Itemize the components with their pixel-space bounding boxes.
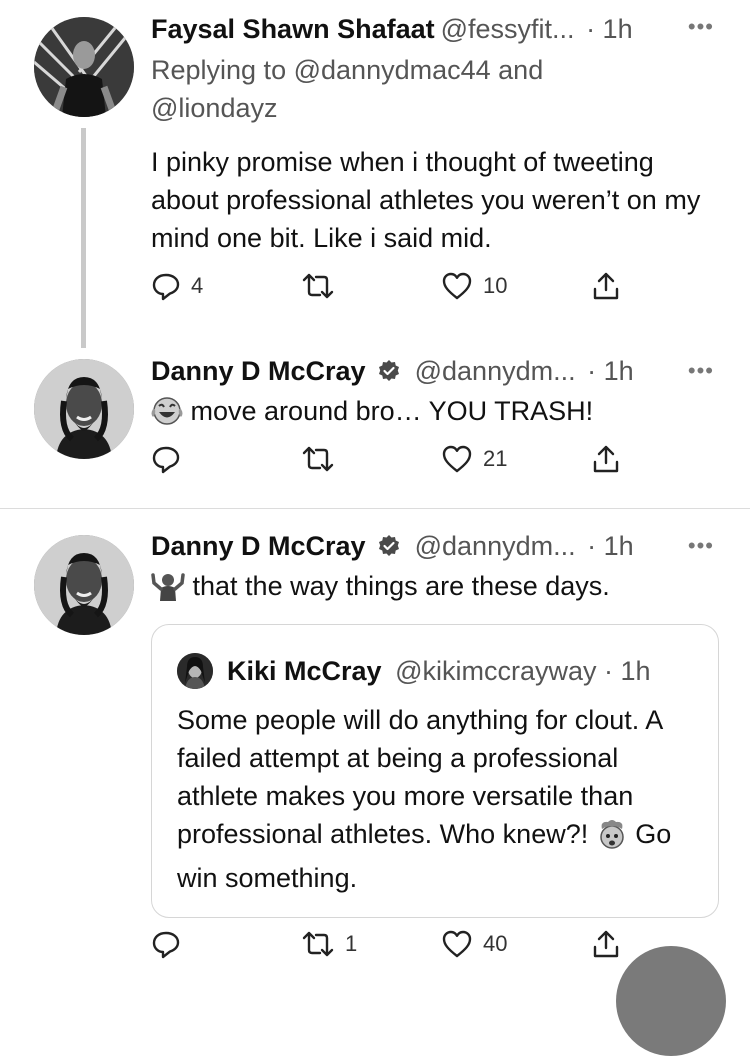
verified-badge-icon bbox=[379, 535, 400, 556]
tweet-header: Danny D McCray @dannydm... · 1h bbox=[151, 530, 710, 562]
more-options-icon[interactable]: ••• bbox=[688, 14, 714, 40]
tweet-header: Faysal Shawn Shafaat @fessyfit... · 1h bbox=[151, 13, 710, 45]
retweet-icon bbox=[302, 931, 334, 957]
user-handle[interactable]: @dannydm... bbox=[415, 356, 576, 386]
timestamp[interactable]: · 1h bbox=[604, 656, 651, 686]
tweet-text-row: move around bro… YOU TRASH! bbox=[151, 392, 726, 436]
like-count: 40 bbox=[483, 931, 508, 956]
user-handle[interactable]: @dannydm... bbox=[415, 531, 576, 561]
avatar-faysal[interactable] bbox=[34, 17, 134, 117]
share-icon bbox=[593, 445, 619, 473]
tweet-1[interactable]: Faysal Shawn Shafaat @fessyfit... · 1h ••… bbox=[0, 0, 750, 348]
more-options-icon[interactable]: ••• bbox=[688, 533, 714, 559]
heart-icon bbox=[442, 272, 472, 300]
tweet-text: I pinky promise when i thought of tweeti… bbox=[151, 147, 701, 253]
tweet-actions: 1 40 bbox=[151, 929, 631, 969]
avatar-kiki[interactable] bbox=[177, 653, 213, 689]
reply-user-link[interactable]: @dannydmac44 bbox=[294, 55, 491, 85]
tweet-text: move around bro… YOU TRASH! bbox=[190, 396, 594, 426]
reply-prefix: Replying to bbox=[151, 55, 287, 85]
reply-icon bbox=[152, 273, 180, 301]
reply-icon bbox=[152, 931, 180, 959]
quoted-tweet-header: Kiki McCray @kikimccrayway · 1h bbox=[227, 653, 651, 689]
user-handle[interactable]: @fessyfit... bbox=[441, 14, 575, 44]
share-button[interactable] bbox=[591, 929, 621, 959]
retweet-button[interactable]: 1 bbox=[301, 929, 357, 959]
quoted-tweet-card[interactable]: Kiki McCray @kikimccrayway · 1h Some peo… bbox=[151, 624, 719, 918]
quoted-text-part1: Some people will do anything for clout. … bbox=[177, 705, 662, 849]
laughing-crying-emoji-icon bbox=[151, 396, 183, 436]
thread-line bbox=[81, 128, 86, 348]
timestamp[interactable]: · 1h bbox=[587, 356, 634, 386]
avatar-danny[interactable] bbox=[34, 535, 134, 635]
user-handle[interactable]: @kikimccrayway bbox=[395, 656, 596, 686]
tweet-text: that the way things are these days. bbox=[192, 571, 610, 601]
share-button[interactable] bbox=[591, 271, 621, 301]
display-name[interactable]: Kiki McCray bbox=[227, 656, 382, 686]
reply-count: 4 bbox=[191, 273, 204, 298]
retweet-count: 1 bbox=[345, 931, 358, 956]
tweet-header: Danny D McCray @dannydm... · 1h bbox=[151, 355, 710, 387]
avatar-danny[interactable] bbox=[34, 359, 134, 459]
compose-tweet-button[interactable] bbox=[616, 946, 726, 1056]
display-name[interactable]: Danny D McCray bbox=[151, 531, 366, 561]
display-name[interactable]: Faysal Shawn Shafaat bbox=[151, 14, 435, 44]
tweet-text-row: that the way things are these days. bbox=[151, 567, 726, 611]
reply-user-link[interactable]: @liondayz bbox=[151, 93, 277, 123]
reply-button[interactable] bbox=[151, 444, 191, 474]
retweet-button[interactable] bbox=[301, 271, 345, 301]
share-button[interactable] bbox=[591, 444, 621, 474]
like-button[interactable]: 21 bbox=[441, 444, 507, 474]
like-count: 10 bbox=[483, 273, 508, 298]
heart-icon bbox=[442, 445, 472, 473]
reply-button[interactable] bbox=[151, 929, 191, 959]
tweet-2[interactable]: Danny D McCray @dannydm... · 1h ••• move… bbox=[0, 340, 750, 508]
retweet-icon bbox=[302, 273, 334, 299]
share-icon bbox=[593, 272, 619, 300]
heart-icon bbox=[442, 930, 472, 958]
tweet-actions: 21 bbox=[151, 444, 631, 484]
reply-and: and bbox=[498, 55, 544, 85]
timestamp[interactable]: · 1h bbox=[586, 14, 633, 44]
reply-icon bbox=[152, 446, 180, 474]
retweet-icon bbox=[302, 446, 334, 472]
exploding-head-emoji-icon bbox=[596, 819, 628, 859]
verified-badge-icon bbox=[379, 360, 400, 381]
shrug-emoji-icon bbox=[151, 571, 185, 611]
tweet-actions: 4 10 bbox=[151, 271, 631, 311]
like-button[interactable]: 10 bbox=[441, 271, 507, 301]
share-icon bbox=[593, 930, 619, 958]
retweet-button[interactable] bbox=[301, 444, 345, 474]
more-options-icon[interactable]: ••• bbox=[688, 358, 714, 384]
timestamp[interactable]: · 1h bbox=[587, 531, 634, 561]
display-name[interactable]: Danny D McCray bbox=[151, 356, 366, 386]
quoted-tweet-text: Some people will do anything for clout. … bbox=[177, 701, 697, 897]
reply-button[interactable]: 4 bbox=[151, 271, 203, 301]
like-button[interactable]: 40 bbox=[441, 929, 507, 959]
replying-to: Replying to @dannydmac44 and @liondayz bbox=[151, 51, 621, 127]
like-count: 21 bbox=[483, 446, 508, 471]
